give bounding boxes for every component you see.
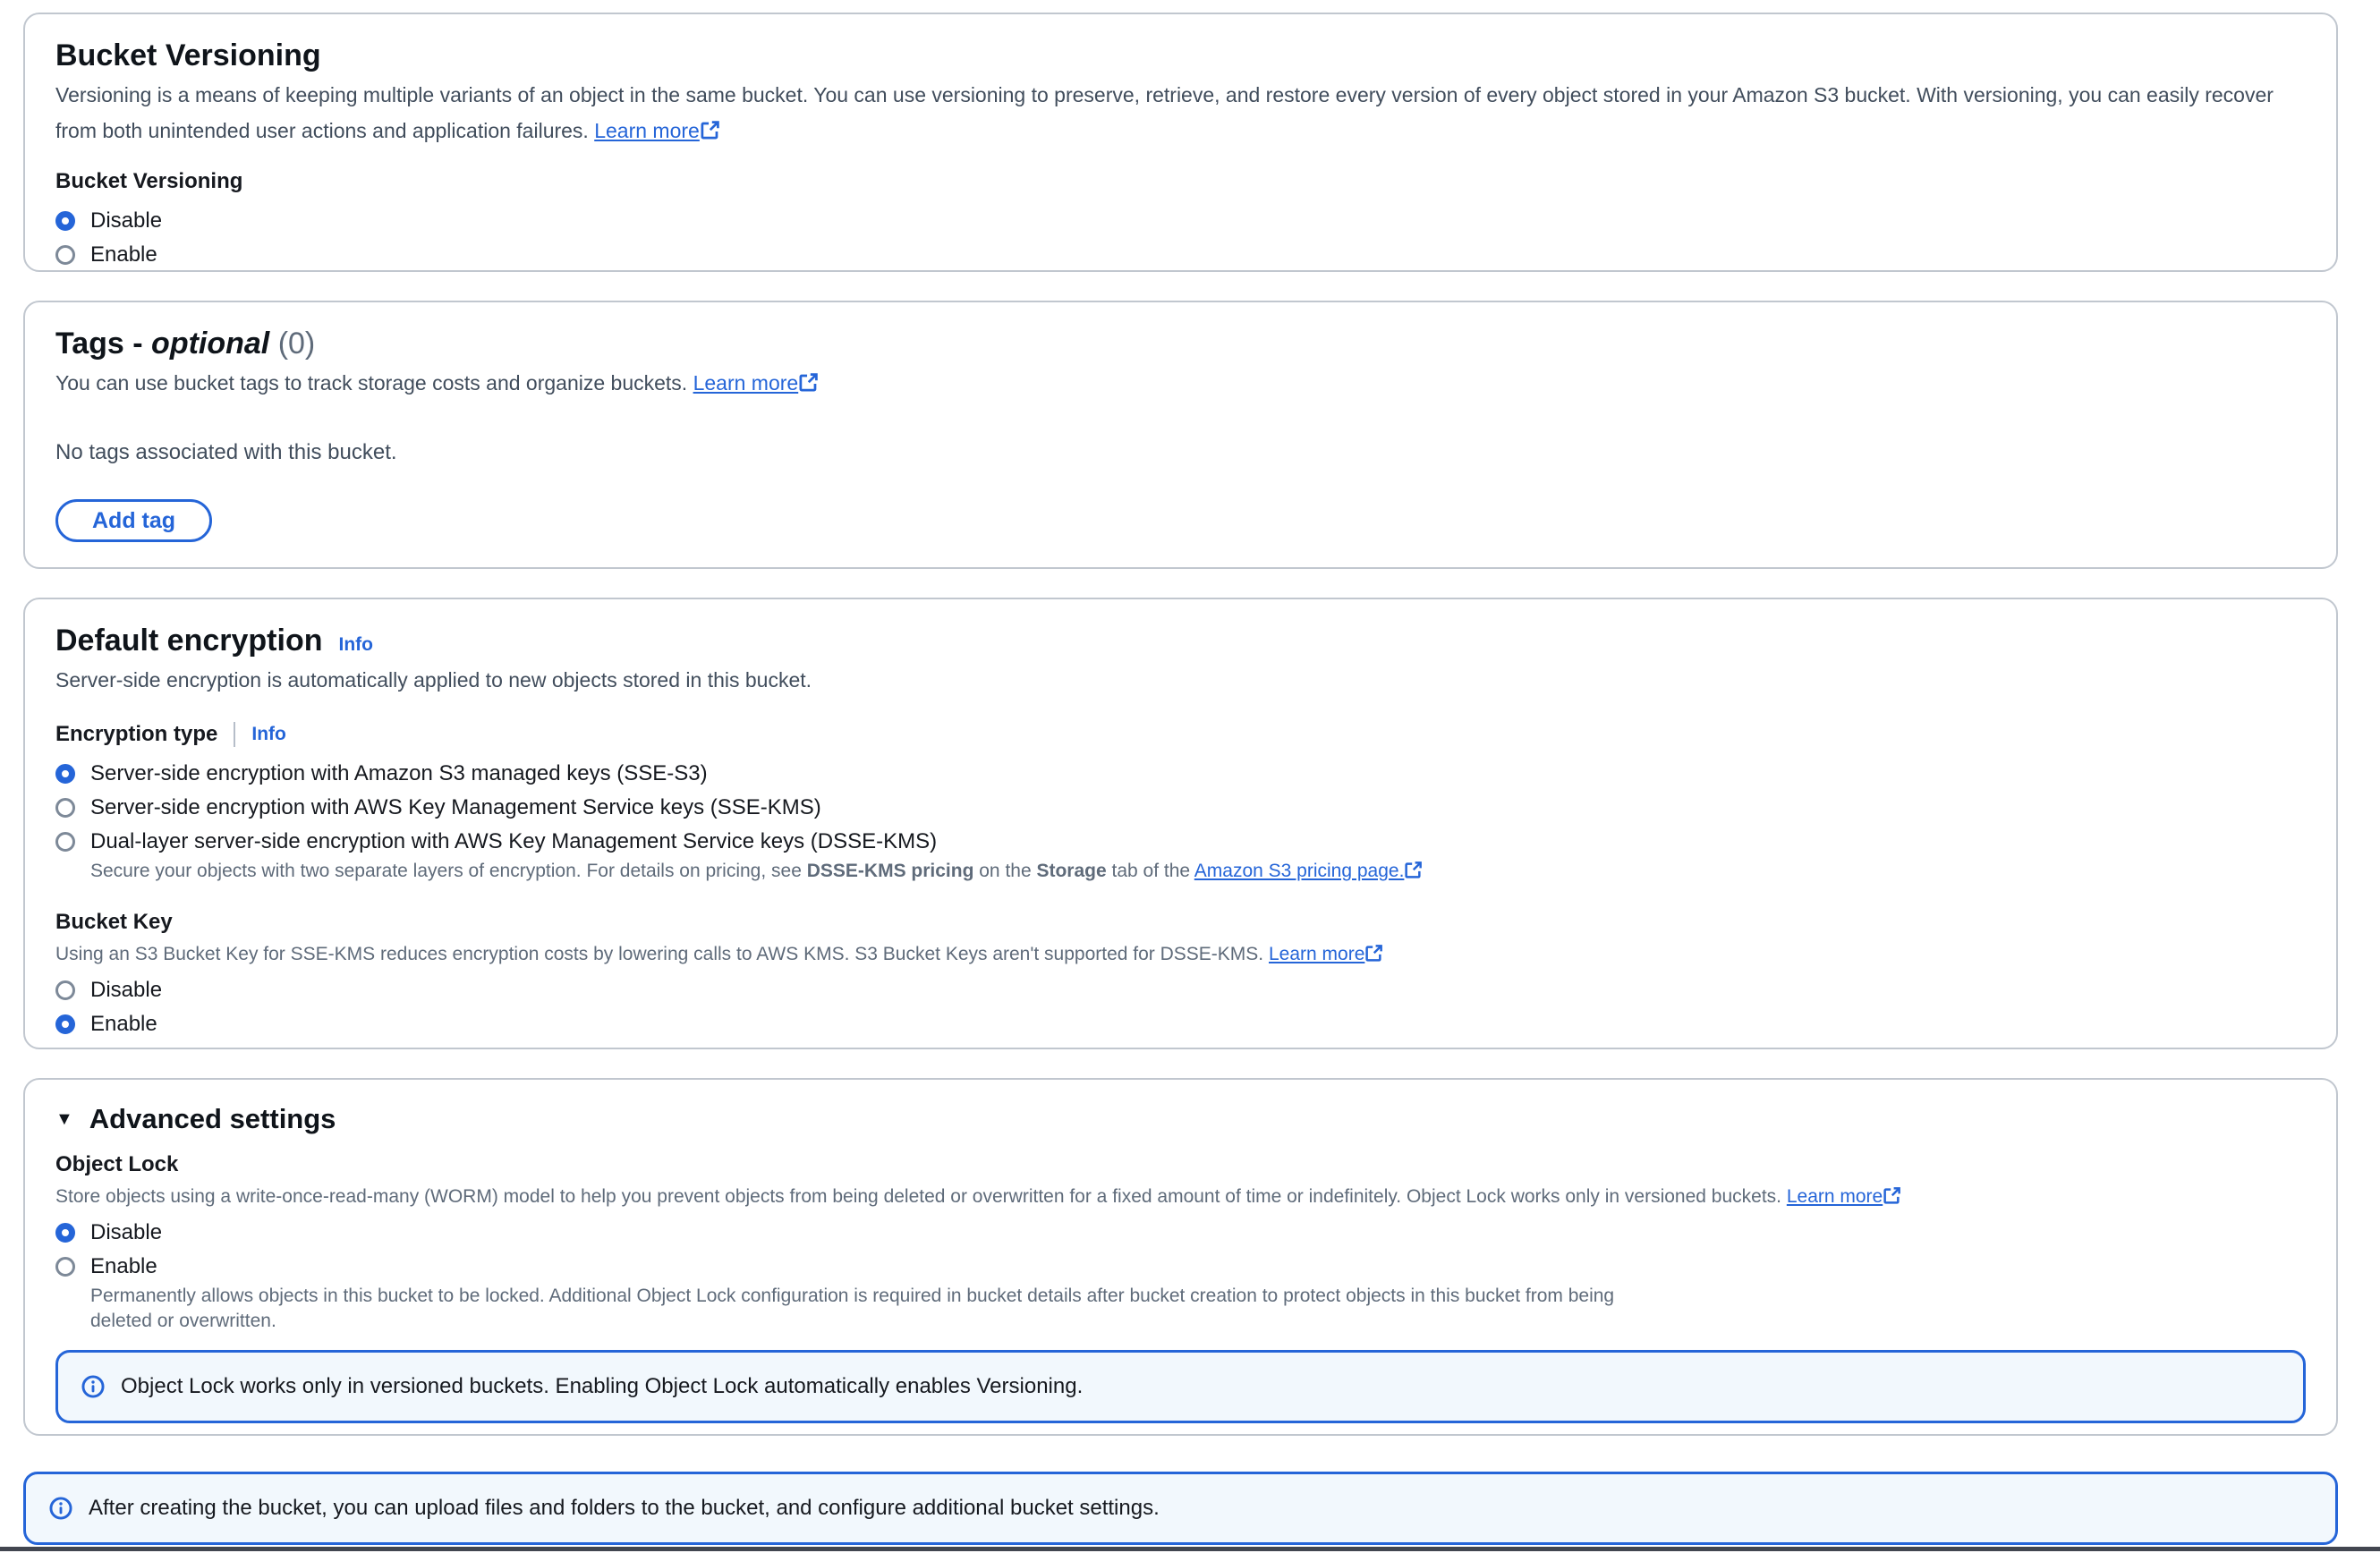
info-icon <box>81 1375 105 1398</box>
dsse-kms-description: Secure your objects with two separate la… <box>90 859 1665 884</box>
external-link-icon[interactable] <box>798 372 819 393</box>
versioning-disable-radio[interactable]: Disable <box>55 204 2306 238</box>
external-link-icon[interactable] <box>1364 944 1383 963</box>
bucket-versioning-description: Versioning is a means of keeping multipl… <box>55 77 2306 149</box>
object-lock-info-alert: Object Lock works only in versioned buck… <box>55 1350 2306 1423</box>
radio-unselected-icon[interactable] <box>55 245 75 265</box>
advanced-settings-expander[interactable]: ▼ Advanced settings <box>55 1101 2306 1137</box>
default-encryption-description: Server-side encryption is automatically … <box>55 662 2306 698</box>
radio-unselected-icon[interactable] <box>55 832 75 852</box>
external-link-icon[interactable] <box>1883 1186 1901 1205</box>
object-lock-alert-text: Object Lock works only in versioned buck… <box>121 1371 1083 1403</box>
advanced-settings-card: ▼ Advanced settings Object Lock Store ob… <box>23 1078 2338 1436</box>
versioning-learn-more-link[interactable]: Learn more <box>594 119 720 142</box>
encryption-type-radio-group: Server-side encryption with Amazon S3 ma… <box>55 757 2306 884</box>
encryption-type-label: Encryption type <box>55 719 217 750</box>
sse-s3-radio[interactable]: Server-side encryption with Amazon S3 ma… <box>55 757 2306 791</box>
object-lock-enable-note: Permanently allows objects in this bucke… <box>90 1284 1665 1334</box>
dsse-kms-radio[interactable]: Dual-layer server-side encryption with A… <box>55 825 2306 859</box>
bucket-key-radio-group: Disable Enable <box>55 973 2306 1041</box>
default-encryption-card: Default encryption Info Server-side encr… <box>23 598 2338 1049</box>
object-lock-learn-more-link[interactable]: Learn more <box>1787 1186 1901 1207</box>
viewport-bottom-divider <box>0 1547 2380 1551</box>
tags-card: Tags - optional (0) You can use bucket t… <box>23 301 2338 569</box>
object-lock-disable-radio[interactable]: Disable <box>55 1216 2306 1250</box>
sse-kms-radio[interactable]: Server-side encryption with AWS Key Mana… <box>55 791 2306 825</box>
tags-empty-message: No tags associated with this bucket. <box>55 440 2306 465</box>
tags-count: (0) <box>278 327 316 361</box>
info-icon <box>49 1497 72 1520</box>
footer-alert-text: After creating the bucket, you can uploa… <box>89 1492 1160 1524</box>
radio-selected-icon[interactable] <box>55 764 75 784</box>
versioning-enable-radio[interactable]: Enable <box>55 238 2306 272</box>
bucket-key-learn-more-link[interactable]: Learn more <box>1269 944 1383 964</box>
external-link-icon[interactable] <box>1404 861 1423 879</box>
caret-down-icon[interactable]: ▼ <box>55 1101 73 1137</box>
bucket-versioning-title: Bucket Versioning <box>55 36 2306 75</box>
external-link-icon[interactable] <box>700 120 720 140</box>
bucket-key-disable-radio[interactable]: Disable <box>55 973 2306 1007</box>
footer-info-alert: After creating the bucket, you can uploa… <box>23 1472 2338 1545</box>
object-lock-description: Store objects using a write-once-read-ma… <box>55 1184 2306 1210</box>
s3-pricing-page-link[interactable]: Amazon S3 pricing page. <box>1194 861 1424 881</box>
encryption-type-info-link[interactable]: Info <box>251 724 285 745</box>
bucket-versioning-card: Bucket Versioning Versioning is a means … <box>23 13 2338 272</box>
object-lock-enable-radio[interactable]: Enable <box>55 1250 2306 1284</box>
radio-unselected-icon[interactable] <box>55 1257 75 1277</box>
object-lock-label: Object Lock <box>55 1150 2306 1180</box>
tags-title: Tags - optional (0) <box>55 324 2306 363</box>
radio-selected-icon[interactable] <box>55 1223 75 1243</box>
default-encryption-title: Default encryption <box>55 621 322 660</box>
default-encryption-info-link[interactable]: Info <box>338 634 372 656</box>
bucket-versioning-radio-group: Disable Enable <box>55 204 2306 272</box>
radio-selected-icon[interactable] <box>55 211 75 231</box>
object-lock-radio-group: Disable Enable Permanently allows object… <box>55 1216 2306 1334</box>
radio-unselected-icon[interactable] <box>55 980 75 1000</box>
tags-learn-more-link[interactable]: Learn more <box>693 371 820 395</box>
tags-description: You can use bucket tags to track storage… <box>55 365 2306 401</box>
bucket-versioning-field-label: Bucket Versioning <box>55 166 2306 197</box>
radio-unselected-icon[interactable] <box>55 798 75 818</box>
label-divider <box>234 722 235 747</box>
add-tag-button[interactable]: Add tag <box>55 499 212 542</box>
encryption-type-label-row: Encryption type Info <box>55 719 2306 750</box>
bucket-key-enable-radio[interactable]: Enable <box>55 1007 2306 1041</box>
bucket-key-label: Bucket Key <box>55 907 2306 938</box>
create-bucket-form: Bucket Versioning Versioning is a means … <box>23 13 2338 1545</box>
radio-selected-icon[interactable] <box>55 1014 75 1034</box>
bucket-key-description: Using an S3 Bucket Key for SSE-KMS reduc… <box>55 941 2306 968</box>
